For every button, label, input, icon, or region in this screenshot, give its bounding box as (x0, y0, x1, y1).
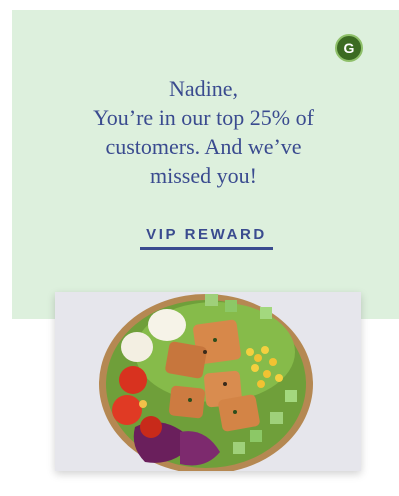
brand-logo-icon: G (335, 34, 363, 62)
salad-bowl-image (55, 292, 361, 471)
hero-message: Nadine, You’re in our top 25% of custome… (40, 74, 367, 190)
message-line: customers. And we’ve (105, 134, 302, 159)
message-line: You’re in our top 25% of (93, 105, 314, 130)
vip-reward-link[interactable]: VIP REWARD (140, 226, 273, 250)
salad-bowl-illustration (99, 294, 313, 471)
brand-logo-letter: G (343, 40, 355, 56)
message-line: missed you! (150, 163, 257, 188)
greeting-name: Nadine, (168, 76, 239, 101)
